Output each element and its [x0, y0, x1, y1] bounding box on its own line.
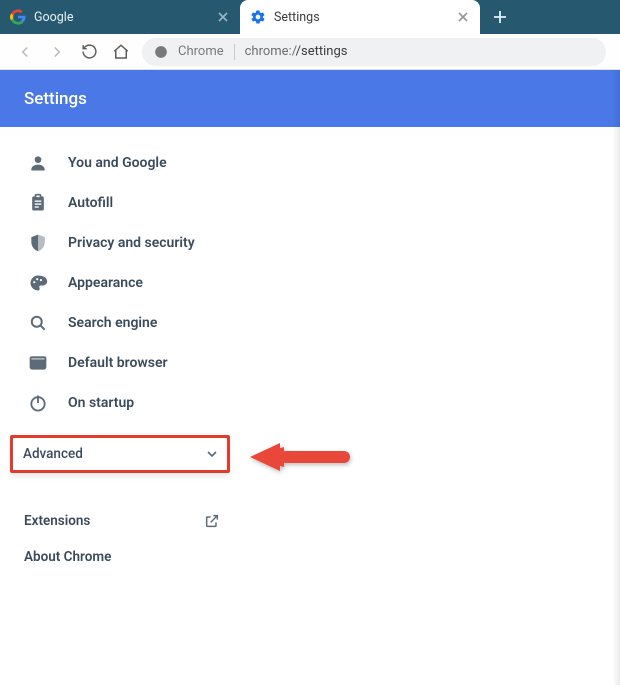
- search-icon: [28, 313, 48, 333]
- tab-title: Google: [34, 10, 208, 25]
- page-title: Settings: [24, 89, 87, 109]
- gear-icon: [250, 9, 266, 25]
- back-button[interactable]: [14, 41, 36, 63]
- sidebar-item-default-browser[interactable]: Default browser: [0, 343, 620, 383]
- sidebar-item-label: On startup: [68, 395, 134, 411]
- person-icon: [28, 153, 48, 173]
- clipboard-icon: [28, 193, 48, 213]
- settings-header: Settings: [0, 70, 620, 127]
- sidebar-item-label: Extensions: [24, 513, 90, 529]
- address-bar[interactable]: Chrome chrome://settings: [142, 38, 606, 66]
- sidebar-item-label: Appearance: [68, 275, 143, 291]
- home-button[interactable]: [110, 41, 132, 63]
- sidebar-item-privacy[interactable]: Privacy and security: [0, 223, 620, 263]
- sidebar-item-on-startup[interactable]: On startup: [0, 383, 620, 423]
- new-tab-button[interactable]: [486, 3, 514, 31]
- power-icon: [28, 393, 48, 413]
- sidebar-item-label: Autofill: [68, 195, 113, 211]
- google-favicon: [10, 9, 26, 25]
- site-label: Chrome: [178, 44, 224, 59]
- browser-toolbar: Chrome chrome://settings: [0, 34, 620, 70]
- sidebar-item-you-and-google[interactable]: You and Google: [0, 143, 620, 183]
- url-text: chrome://settings: [245, 44, 348, 59]
- omnibox-separator: [234, 44, 235, 60]
- tab-google[interactable]: Google: [0, 0, 240, 34]
- sidebar-item-about-chrome[interactable]: About Chrome: [0, 539, 230, 575]
- sidebar-item-extensions[interactable]: Extensions: [0, 503, 230, 539]
- secondary-section: Extensions About Chrome: [0, 473, 620, 575]
- palette-icon: [28, 273, 48, 293]
- forward-button[interactable]: [46, 41, 68, 63]
- sidebar-item-label: Advanced: [23, 446, 83, 462]
- sidebar-item-search-engine[interactable]: Search engine: [0, 303, 620, 343]
- tab-strip: Google Settings: [0, 0, 620, 34]
- chevron-down-icon: [207, 449, 217, 459]
- tab-title: Settings: [274, 10, 448, 25]
- close-icon[interactable]: [456, 10, 470, 24]
- reload-button[interactable]: [78, 41, 100, 63]
- advanced-highlight: Advanced: [10, 435, 610, 473]
- site-info-icon[interactable]: [154, 45, 168, 59]
- browser-icon: [28, 353, 48, 373]
- sidebar-item-label: Search engine: [68, 315, 157, 331]
- sidebar-item-label: You and Google: [68, 155, 167, 171]
- shield-icon: [28, 233, 48, 253]
- tab-settings[interactable]: Settings: [240, 0, 480, 34]
- sidebar-item-label: About Chrome: [24, 549, 111, 565]
- sidebar-item-label: Privacy and security: [68, 235, 195, 251]
- sidebar-item-appearance[interactable]: Appearance: [0, 263, 620, 303]
- close-icon[interactable]: [216, 10, 230, 24]
- annotation-arrow: [250, 439, 350, 475]
- sidebar-item-advanced[interactable]: Advanced: [10, 435, 230, 473]
- sidebar-item-label: Default browser: [68, 355, 168, 371]
- settings-sidebar: You and Google Autofill Privacy and secu…: [0, 127, 620, 575]
- external-link-icon: [204, 513, 220, 529]
- sidebar-item-autofill[interactable]: Autofill: [0, 183, 620, 223]
